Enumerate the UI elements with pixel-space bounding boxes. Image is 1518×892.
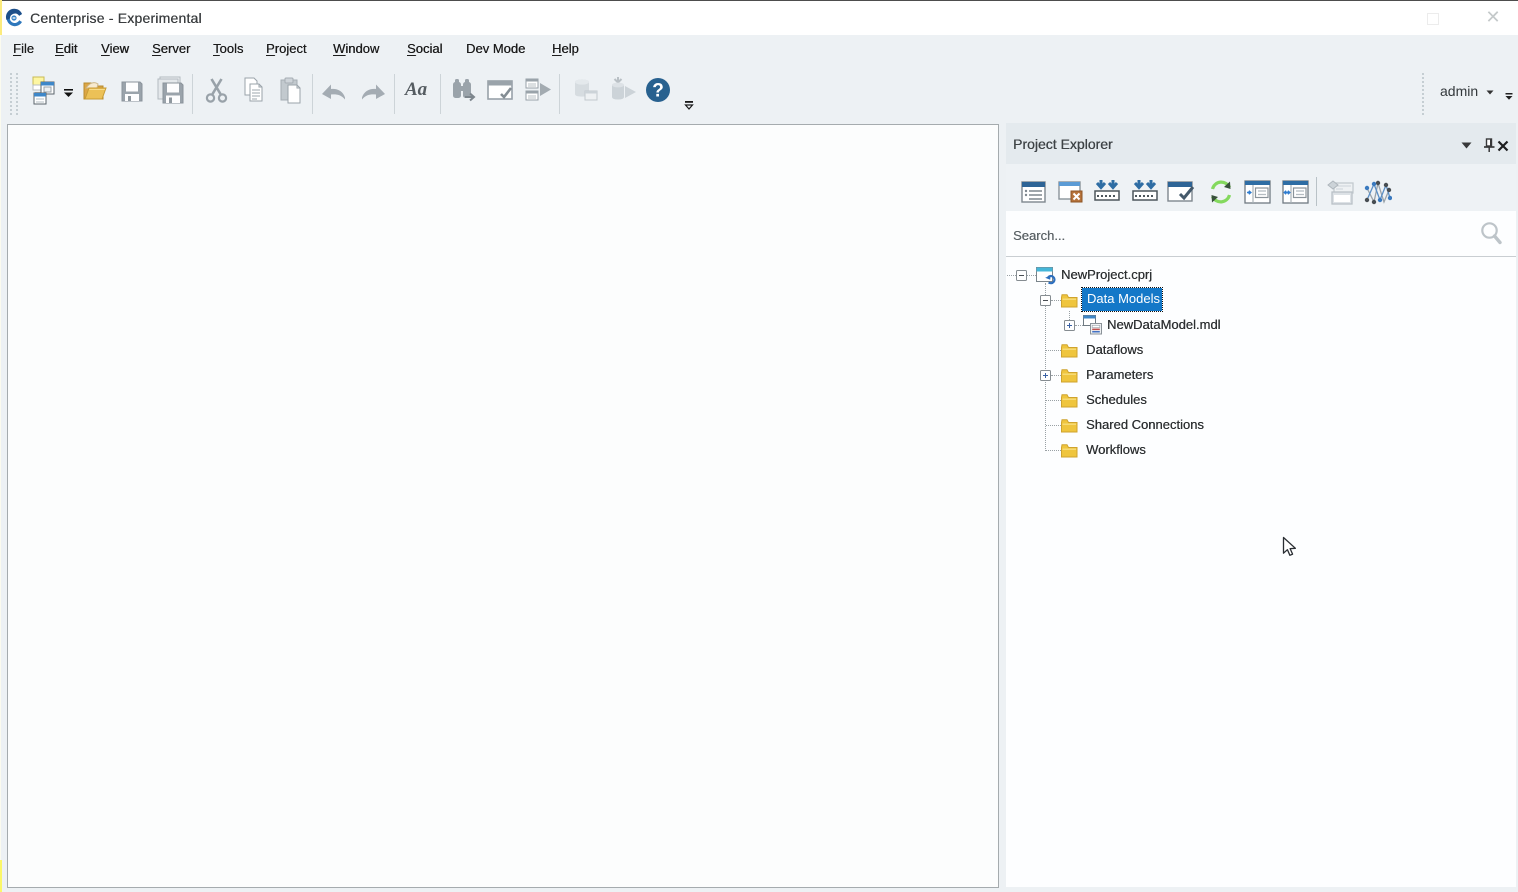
svg-text:?: ? (652, 81, 664, 102)
